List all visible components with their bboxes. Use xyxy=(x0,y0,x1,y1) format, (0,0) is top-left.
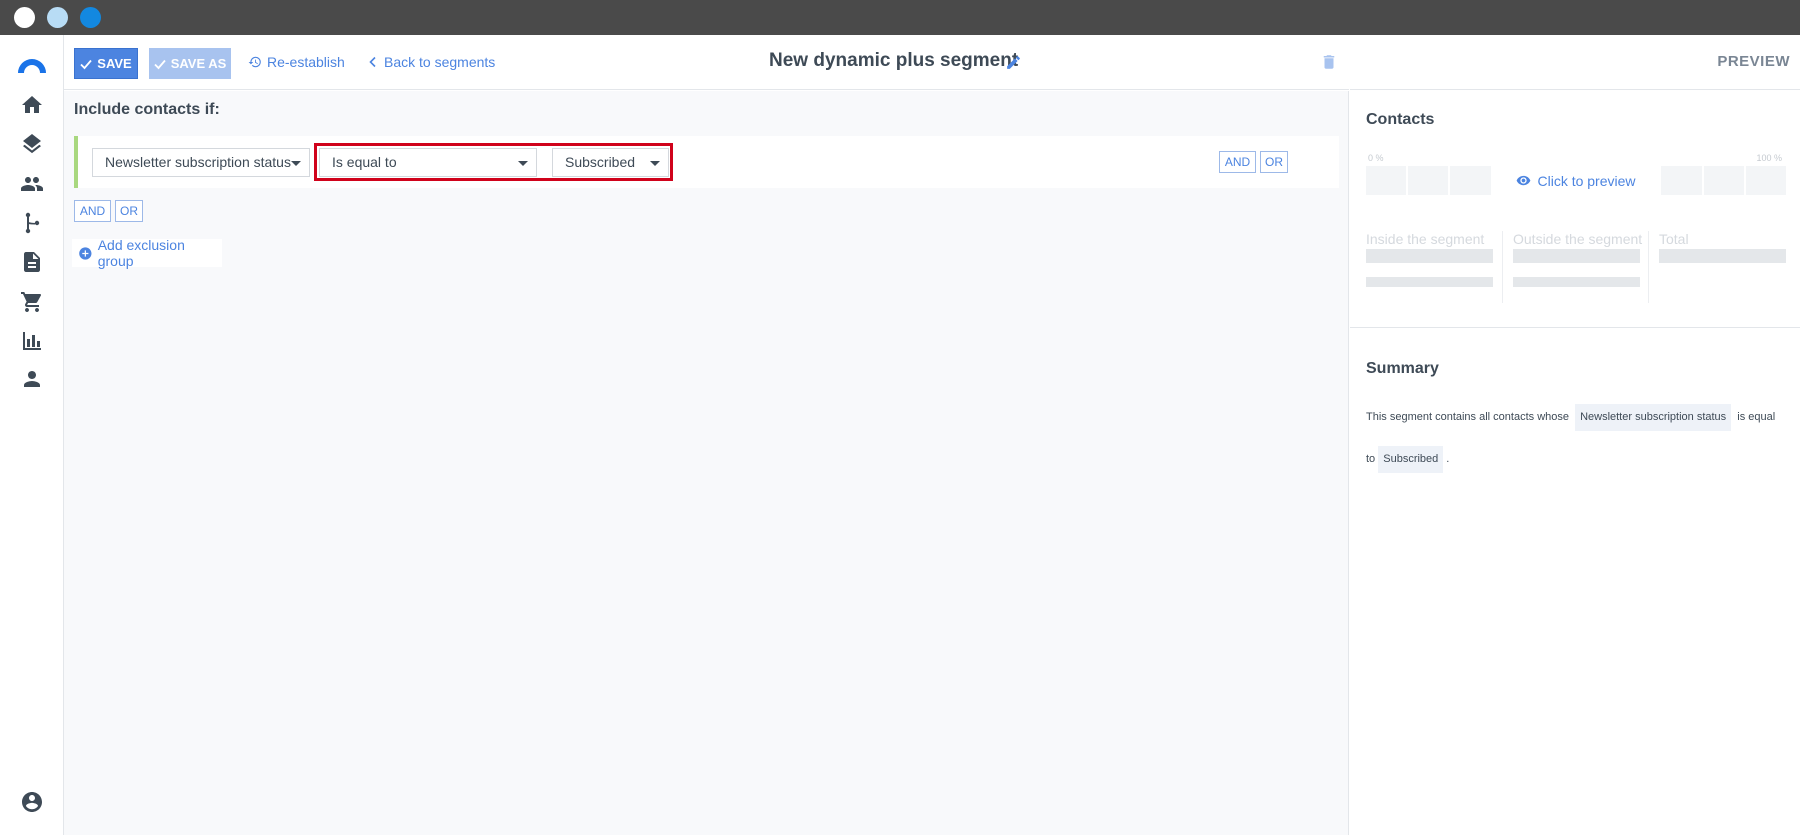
field-select[interactable]: Newsletter subscription status xyxy=(92,148,310,177)
condition-or-button[interactable]: OR xyxy=(1260,151,1288,173)
stat-outside-label: Outside the segment xyxy=(1513,231,1643,247)
reestablish-button[interactable]: Re-establish xyxy=(248,54,345,70)
stat-divider xyxy=(1648,231,1649,303)
document-icon[interactable] xyxy=(20,250,44,274)
plus-circle-icon xyxy=(79,246,92,260)
operator-select-value: Is equal to xyxy=(332,154,397,170)
stat-inside-placeholder xyxy=(1366,249,1493,263)
include-label: Include contacts if: xyxy=(74,101,220,118)
stat-inside-label: Inside the segment xyxy=(1366,231,1485,247)
segment-title: New dynamic plus segment xyxy=(769,50,1019,71)
stat-outside-placeholder xyxy=(1513,277,1640,287)
group-or-button[interactable]: OR xyxy=(115,200,143,222)
stat-total-label: Total xyxy=(1659,231,1689,247)
check-icon xyxy=(154,59,166,69)
back-label: Back to segments xyxy=(384,54,496,70)
window-minimize-dot[interactable] xyxy=(47,7,68,28)
account-icon[interactable] xyxy=(20,790,44,814)
save-as-button[interactable]: SAVE AS xyxy=(149,48,231,79)
layers-icon[interactable] xyxy=(20,132,44,156)
field-select-value: Newsletter subscription status xyxy=(105,154,291,170)
summary-title: Summary xyxy=(1366,360,1439,377)
chevron-left-icon xyxy=(369,56,376,68)
percent-max-label: 100 % xyxy=(1756,153,1782,163)
reports-icon[interactable] xyxy=(20,329,44,353)
home-icon[interactable] xyxy=(20,93,44,117)
save-as-label: SAVE AS xyxy=(170,56,227,71)
caret-down-icon xyxy=(650,161,660,166)
group-and-button[interactable]: AND xyxy=(74,200,111,222)
caret-down-icon xyxy=(518,161,528,166)
value-select[interactable]: Subscribed xyxy=(552,148,669,177)
eye-icon xyxy=(1517,175,1531,186)
contacts-icon[interactable] xyxy=(20,172,44,196)
preview-title[interactable]: PREVIEW xyxy=(1717,53,1790,70)
bar-segment xyxy=(1366,166,1407,195)
trash-icon[interactable] xyxy=(1320,52,1338,72)
bar-segment xyxy=(1661,166,1702,195)
operator-select[interactable]: Is equal to xyxy=(319,148,537,177)
summary-suffix: . xyxy=(1446,453,1450,465)
summary-field-chip: Newsletter subscription status xyxy=(1575,403,1732,431)
stat-inside-placeholder xyxy=(1366,277,1493,287)
reestablish-label: Re-establish xyxy=(267,54,345,70)
history-icon xyxy=(248,56,261,68)
add-exclusion-group-button[interactable]: Add exclusion group xyxy=(72,237,222,269)
panel-divider xyxy=(1350,327,1800,328)
save-button[interactable]: SAVE xyxy=(74,48,138,79)
pencil-icon[interactable] xyxy=(1005,54,1022,71)
bar-segment xyxy=(1408,166,1449,195)
condition-row: Newsletter subscription status Is equal … xyxy=(74,136,1339,188)
percent-min-label: 0 % xyxy=(1368,153,1384,163)
automation-icon[interactable] xyxy=(20,211,44,235)
back-to-segments-link[interactable]: Back to segments xyxy=(367,54,495,70)
caret-down-icon xyxy=(291,161,301,166)
stat-total-placeholder xyxy=(1659,249,1786,263)
check-icon xyxy=(80,59,92,69)
app-logo-icon[interactable] xyxy=(16,55,48,73)
preview-header: PREVIEW xyxy=(1350,35,1800,90)
contacts-title: Contacts xyxy=(1366,111,1435,128)
segment-builder: Include contacts if: Newsletter subscrip… xyxy=(64,91,1349,835)
condition-and-button[interactable]: AND xyxy=(1219,151,1256,173)
window-titlebar xyxy=(0,0,1800,35)
sidebar-nav xyxy=(0,35,64,835)
preview-panel: PREVIEW Contacts 0 % 100 % Click to prev… xyxy=(1350,35,1800,835)
user-icon[interactable] xyxy=(20,367,44,391)
cart-icon[interactable] xyxy=(20,290,44,314)
stat-divider xyxy=(1502,231,1503,303)
click-to-preview-button[interactable]: Click to preview xyxy=(1492,166,1660,195)
save-label: SAVE xyxy=(97,56,132,71)
value-select-value: Subscribed xyxy=(565,154,636,170)
window-close-dot[interactable] xyxy=(14,7,35,28)
window-maximize-dot[interactable] xyxy=(80,7,101,28)
summary-text: This segment contains all contacts whose… xyxy=(1366,396,1786,480)
stat-outside-placeholder xyxy=(1513,249,1640,263)
bar-segment xyxy=(1745,166,1787,195)
add-exclusion-label: Add exclusion group xyxy=(97,237,185,269)
segment-toolbar: SAVE SAVE AS Re-establish Back to segmen… xyxy=(64,35,1349,90)
summary-value-chip: Subscribed xyxy=(1378,445,1444,473)
bar-segment xyxy=(1703,166,1744,195)
click-to-preview-label: Click to preview xyxy=(1537,172,1636,189)
bar-segment xyxy=(1450,166,1491,195)
summary-prefix: This segment contains all contacts whose xyxy=(1366,411,1569,423)
